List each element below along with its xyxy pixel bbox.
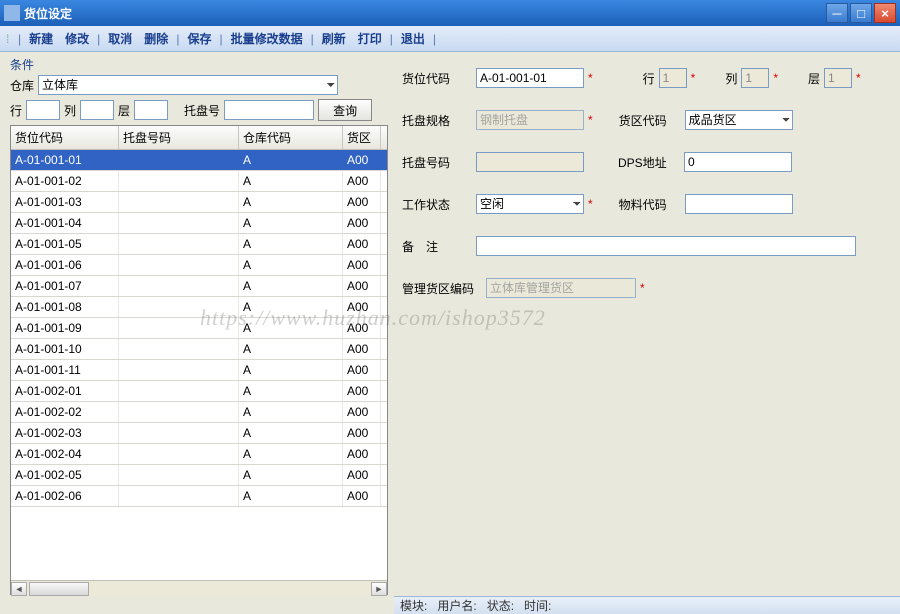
grid-header: 货位代码 托盘号码 仓库代码 货区: [11, 126, 387, 150]
form-layer-input: [824, 68, 852, 88]
grid-header-col3[interactable]: 仓库代码: [239, 126, 343, 149]
table-row[interactable]: A-01-001-05AA00: [11, 234, 387, 255]
delete-button[interactable]: 删除: [138, 28, 174, 49]
left-panel: 条件 仓库 立体库 行 列 层 托盘号 查询 货位代码 托盘号码 仓库代码 货区…: [0, 52, 394, 596]
table-row[interactable]: A-01-002-01AA00: [11, 381, 387, 402]
material-input[interactable]: [685, 194, 793, 214]
location-code-input[interactable]: [476, 68, 584, 88]
dps-label: DPS地址: [618, 154, 684, 171]
exit-button[interactable]: 退出: [395, 28, 431, 49]
table-row[interactable]: A-01-002-06AA00: [11, 486, 387, 507]
window-title: 货位设定: [24, 5, 824, 22]
form-row-label: 行: [619, 70, 659, 87]
detail-form: 货位代码 * 行 * 列 * 层 * 托盘规格 钢制托盘 * 货区代码 成品货区…: [394, 52, 900, 596]
grid-header-col4[interactable]: 货区: [343, 126, 381, 149]
table-row[interactable]: A-01-002-04AA00: [11, 444, 387, 465]
row-label: 行: [10, 102, 22, 119]
pallet-spec-select: 钢制托盘: [476, 110, 584, 130]
form-col-input: [741, 68, 769, 88]
warehouse-select[interactable]: 立体库: [38, 75, 338, 95]
layer-label: 层: [118, 102, 130, 119]
status-label: 工作状态: [402, 196, 476, 213]
table-row[interactable]: A-01-001-03AA00: [11, 192, 387, 213]
data-grid: 货位代码 托盘号码 仓库代码 货区 A-01-001-01AA00A-01-00…: [10, 125, 388, 595]
titlebar: 货位设定 ─ □ ×: [0, 0, 900, 26]
layer-input[interactable]: [134, 100, 168, 120]
scroll-left-icon[interactable]: ◄: [11, 582, 27, 596]
mgmt-zone-label: 管理货区编码: [402, 280, 486, 297]
col-input[interactable]: [80, 100, 114, 120]
table-row[interactable]: A-01-001-10AA00: [11, 339, 387, 360]
table-row[interactable]: A-01-002-03AA00: [11, 423, 387, 444]
table-row[interactable]: A-01-002-02AA00: [11, 402, 387, 423]
table-row[interactable]: A-01-001-07AA00: [11, 276, 387, 297]
grid-hscrollbar[interactable]: ◄ ►: [11, 580, 387, 596]
table-row[interactable]: A-01-002-05AA00: [11, 465, 387, 486]
status-select[interactable]: 空闲: [476, 194, 584, 214]
material-label: 物料代码: [619, 196, 685, 213]
table-row[interactable]: A-01-001-01AA00: [11, 150, 387, 171]
scroll-thumb[interactable]: [29, 582, 89, 596]
close-button[interactable]: ×: [874, 3, 896, 23]
maximize-button[interactable]: □: [850, 3, 872, 23]
filter-section-title: 条件: [10, 56, 388, 73]
col-label: 列: [64, 102, 76, 119]
scroll-right-icon[interactable]: ►: [371, 582, 387, 596]
table-row[interactable]: A-01-001-11AA00: [11, 360, 387, 381]
print-button[interactable]: 打印: [352, 28, 388, 49]
statusbar: 模块: 用户名: 状态: 时间:: [394, 596, 900, 614]
dps-input[interactable]: [684, 152, 792, 172]
status-state: 状态:: [487, 597, 514, 614]
zone-code-label: 货区代码: [619, 112, 685, 129]
remark-input[interactable]: [476, 236, 856, 256]
zone-code-select[interactable]: 成品货区: [685, 110, 793, 130]
pallet-spec-label: 托盘规格: [402, 112, 476, 129]
form-layer-label: 层: [784, 70, 824, 87]
pallet-no-label: 托盘号码: [402, 154, 476, 171]
minimize-button[interactable]: ─: [826, 3, 848, 23]
table-row[interactable]: A-01-001-09AA00: [11, 318, 387, 339]
query-button[interactable]: 查询: [318, 99, 372, 121]
new-button[interactable]: 新建: [23, 28, 59, 49]
status-module: 模块:: [400, 597, 427, 614]
table-row[interactable]: A-01-001-04AA00: [11, 213, 387, 234]
grid-header-col2[interactable]: 托盘号码: [119, 126, 239, 149]
grid-body[interactable]: A-01-001-01AA00A-01-001-02AA00A-01-001-0…: [11, 150, 387, 580]
pallet-input[interactable]: [224, 100, 314, 120]
table-row[interactable]: A-01-001-08AA00: [11, 297, 387, 318]
cancel-button[interactable]: 取消: [102, 28, 138, 49]
refresh-button[interactable]: 刷新: [316, 28, 352, 49]
status-user: 用户名:: [437, 597, 476, 614]
form-row-input: [659, 68, 687, 88]
pallet-no-input: [476, 152, 584, 172]
row-input[interactable]: [26, 100, 60, 120]
batch-edit-button[interactable]: 批量修改数据: [225, 28, 309, 49]
app-icon: [4, 5, 20, 21]
remark-label: 备 注: [402, 238, 476, 255]
warehouse-label: 仓库: [10, 77, 34, 94]
form-col-label: 列: [701, 70, 741, 87]
toolbar: ⁞ | 新建 修改 | 取消 删除 | 保存 | 批量修改数据 | 刷新 打印 …: [0, 26, 900, 52]
status-time: 时间:: [524, 597, 551, 614]
grid-header-col1[interactable]: 货位代码: [11, 126, 119, 149]
edit-button[interactable]: 修改: [59, 28, 95, 49]
location-code-label: 货位代码: [402, 70, 476, 87]
pallet-label: 托盘号: [184, 102, 220, 119]
toolbar-grip: ⁞: [6, 32, 12, 46]
save-button[interactable]: 保存: [181, 28, 217, 49]
table-row[interactable]: A-01-001-06AA00: [11, 255, 387, 276]
mgmt-zone-select: 立体库管理货区: [486, 278, 636, 298]
table-row[interactable]: A-01-001-02AA00: [11, 171, 387, 192]
